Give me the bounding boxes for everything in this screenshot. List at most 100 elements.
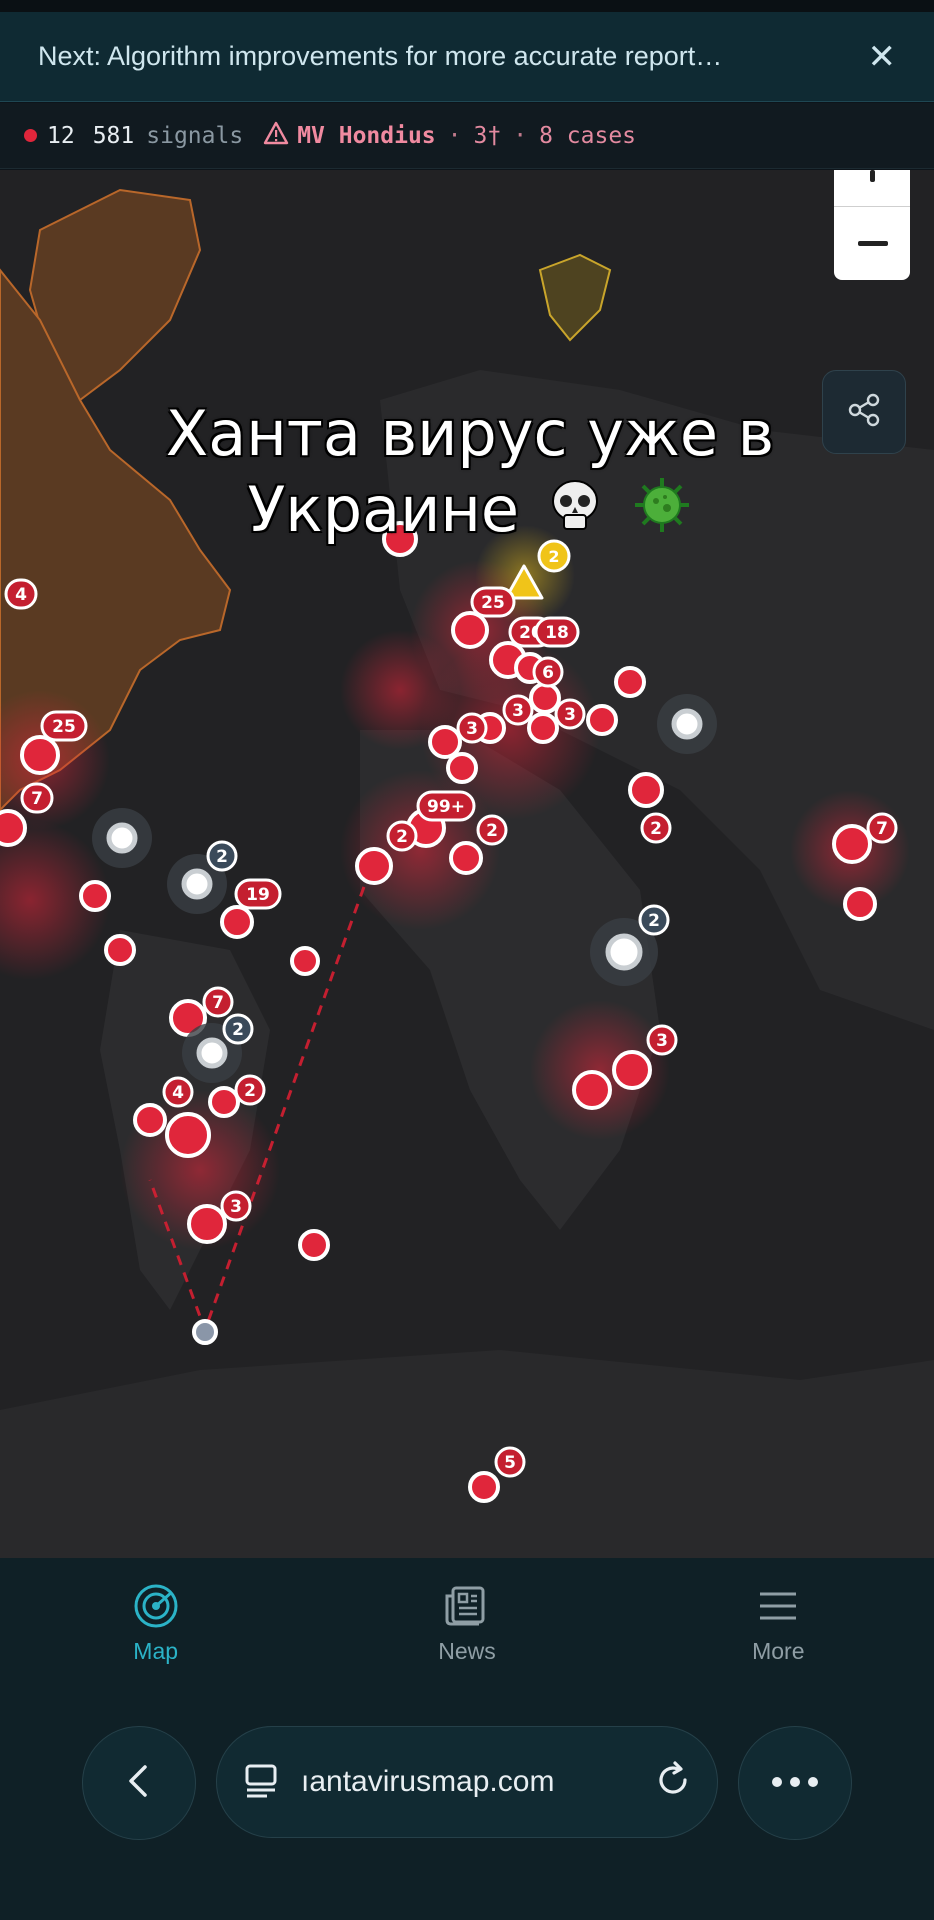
case-marker (527, 712, 559, 744)
case-marker (428, 725, 462, 759)
count-badge: 25 (470, 586, 516, 618)
nav-map[interactable]: Map (36, 1580, 276, 1665)
caption-line-2-wrap: Украине (120, 472, 820, 553)
zoom-in-button[interactable] (834, 170, 910, 207)
svg-text:2: 2 (396, 827, 408, 847)
nav-more-label: More (752, 1638, 805, 1664)
ellipsis-icon (769, 1774, 821, 1793)
count-badge: 19 (234, 878, 282, 910)
case-marker (20, 735, 60, 775)
case-marker (586, 704, 618, 736)
radar-icon (36, 1580, 276, 1632)
count-badge: 2 (222, 1013, 254, 1045)
svg-text:6: 6 (542, 663, 554, 683)
count-badge: 7 (20, 782, 54, 814)
case-marker (529, 682, 561, 714)
count-badge: 2 (638, 904, 670, 936)
svg-text:2: 2 (244, 1081, 256, 1101)
skull-icon (545, 475, 605, 552)
case-marker (208, 1086, 240, 1118)
svg-text:5: 5 (504, 1453, 516, 1473)
case-marker (628, 772, 664, 808)
count-badge: 3 (554, 698, 586, 730)
ship-position-marker (192, 1319, 218, 1345)
svg-text:7: 7 (212, 993, 224, 1013)
pending-marker (605, 933, 643, 971)
svg-text:25: 25 (52, 717, 76, 737)
svalbard-land (538, 253, 612, 342)
case-marker (612, 1050, 652, 1090)
chevron-left-icon (119, 1761, 159, 1805)
case-marker (468, 1471, 500, 1503)
case-marker (355, 847, 393, 885)
zoom-control (834, 170, 910, 280)
count-badge: 2 (640, 812, 672, 844)
case-marker (0, 809, 27, 847)
count-badge: 2 (476, 814, 508, 846)
pending-marker (106, 822, 138, 854)
case-marker (614, 666, 646, 698)
svg-text:2: 2 (650, 819, 662, 839)
page-info-icon[interactable] (241, 1760, 281, 1804)
back-button[interactable] (82, 1726, 196, 1840)
zoom-out-button[interactable] (834, 207, 910, 280)
map-canvas[interactable]: 2 4 25 7 2 19 7 2 4 2 3 25 20 18 6 3 3 2… (0, 170, 934, 1558)
system-top-bar (0, 0, 934, 12)
vessel-name[interactable]: MV Hondius (297, 123, 435, 149)
video-caption-overlay: Ханта вирус уже в Украине (120, 396, 820, 553)
count-badge: 4 (4, 578, 38, 610)
browser-toolbar: ıantavirusmap.com (0, 1698, 934, 1920)
share-icon (846, 392, 882, 432)
count-badge: 25 (40, 710, 88, 742)
count-badge: 5 (494, 1446, 526, 1478)
nav-more[interactable]: More (658, 1580, 898, 1665)
banner-text[interactable]: Next: Algorithm improvements for more ac… (38, 41, 848, 72)
svg-text:3: 3 (564, 705, 576, 725)
virus-icon (631, 474, 693, 553)
count-badge: 3 (220, 1190, 252, 1222)
nav-news-label: News (438, 1638, 496, 1664)
svg-text:2: 2 (486, 821, 498, 841)
count-badge: 3 (456, 712, 488, 744)
svg-text:19: 19 (246, 885, 270, 905)
next-update-banner[interactable]: Next: Algorithm improvements for more ac… (0, 12, 934, 102)
address-bar[interactable]: ıantavirusmap.com (216, 1726, 718, 1838)
case-marker (133, 1103, 167, 1137)
nav-map-label: Map (133, 1638, 179, 1664)
svg-text:25: 25 (481, 593, 505, 613)
pending-marker (671, 708, 703, 740)
case-marker (572, 1070, 612, 1110)
share-button[interactable] (822, 370, 906, 454)
antarctica-land (0, 1350, 934, 1558)
pending-marker (181, 868, 213, 900)
case-marker (298, 1229, 330, 1261)
close-icon[interactable]: ✕ (868, 40, 897, 74)
svg-text:2: 2 (216, 847, 228, 867)
svg-text:99+: 99+ (427, 797, 465, 817)
deaths-count: 3† (473, 122, 502, 149)
more-options-button[interactable] (738, 1726, 852, 1840)
bottom-navigation: Map News More (0, 1558, 934, 1698)
case-marker (220, 905, 254, 939)
count-badge: 99+ (416, 790, 476, 822)
count-badge: 18 (534, 616, 580, 648)
reload-icon[interactable] (653, 1760, 693, 1804)
pending-marker (196, 1037, 228, 1069)
outbreak-map[interactable]: 2 4 25 7 2 19 7 2 4 2 3 25 20 18 6 3 3 2… (0, 170, 934, 1558)
count-badge: 3 (502, 694, 534, 726)
case-marker (165, 1112, 211, 1158)
warning-icon (263, 121, 289, 151)
svg-text:7: 7 (876, 819, 888, 839)
signals-status-bar: 12 581 signals MV Hondius · 3† · 8 cases (0, 103, 934, 169)
case-marker (79, 880, 111, 912)
url-text[interactable]: ıantavirusmap.com (301, 1765, 653, 1799)
svg-text:3: 3 (512, 701, 524, 721)
svg-text:2: 2 (232, 1020, 244, 1040)
case-marker (832, 824, 872, 864)
case-marker (187, 1204, 227, 1244)
count-badge: 2 (234, 1074, 266, 1106)
nav-news[interactable]: News (347, 1580, 587, 1665)
case-marker (451, 611, 489, 649)
menu-icon (658, 1580, 898, 1632)
case-marker (446, 752, 478, 784)
